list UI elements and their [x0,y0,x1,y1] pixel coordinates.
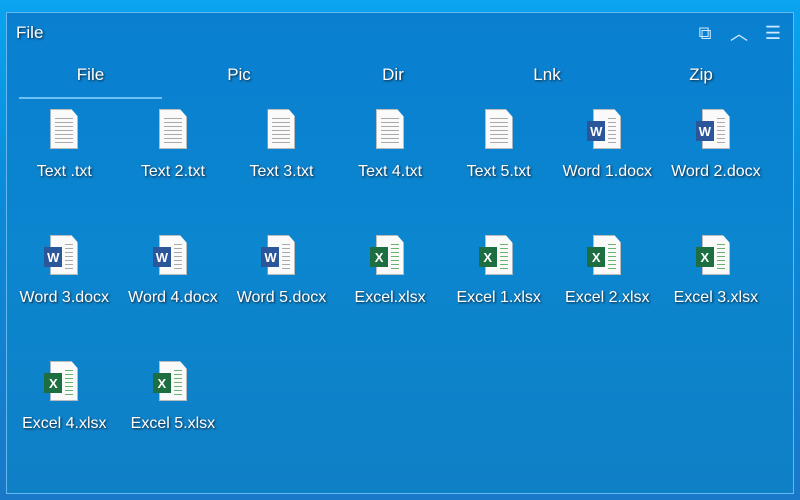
word-file-icon: W [44,235,84,279]
file-item[interactable]: Text 3.txt [227,109,336,235]
file-name: Excel 4.xlsx [22,415,107,432]
collapse-icon[interactable]: ︿ [729,23,749,44]
excel-badge: X [370,247,389,267]
excel-badge: X [478,247,497,267]
text-file-icon [44,109,84,153]
file-item[interactable]: X Excel 4.xlsx [10,361,119,487]
word-badge: W [261,247,280,267]
text-file-icon [370,109,410,153]
file-item[interactable]: X Excel 3.xlsx [662,235,771,361]
file-name: Excel.xlsx [354,289,426,306]
text-file-icon [479,109,519,153]
file-name: Excel 5.xlsx [130,415,216,432]
word-badge: W [695,121,714,141]
file-item[interactable]: X Excel 1.xlsx [444,235,553,361]
file-name: Excel 3.xlsx [673,289,759,306]
file-item[interactable]: Text .txt [10,109,119,235]
file-item[interactable]: X Excel 5.xlsx [119,361,228,487]
file-item[interactable]: W Word 1.docx [553,109,662,235]
tab-dir[interactable]: Dir [316,65,470,99]
word-file-icon: W [152,235,193,279]
file-item[interactable]: W Word 4.docx [119,235,228,361]
file-name: Text 3.txt [249,163,314,180]
file-item[interactable]: W Word 5.docx [227,235,336,361]
text-file-icon [153,109,193,153]
excel-file-icon: X [370,235,410,279]
tab-pic[interactable]: Pic [162,65,316,99]
file-name: Text 4.txt [358,163,423,180]
window-title: File [16,23,44,42]
file-name: Word 2.docx [671,163,761,180]
file-name: Excel 2.xlsx [565,289,650,306]
excel-badge: X [695,247,714,267]
file-window: File ⧉ ︿ ☰ File Pic Dir Lnk Zip Text .txt Tex… [6,12,794,494]
word-file-icon: W [587,109,627,153]
file-name: Word 3.docx [19,289,110,306]
restore-icon[interactable]: ⧉ [695,23,715,43]
excel-file-icon: X [44,361,84,405]
file-item[interactable]: Text 5.txt [444,109,553,235]
file-name: Word 4.docx [128,289,218,306]
file-name: Word 5.docx [236,289,327,306]
tab-file[interactable]: File [19,65,162,99]
file-name: Text 2.txt [140,163,205,180]
tab-zip[interactable]: Zip [624,65,778,99]
file-item[interactable]: Text 4.txt [336,109,445,235]
excel-file-icon: X [478,235,519,279]
file-item[interactable]: X Excel.xlsx [336,235,445,361]
excel-badge: X [587,247,606,267]
menu-icon[interactable]: ☰ [763,23,783,43]
file-name: Text .txt [36,163,92,180]
file-name: Excel 1.xlsx [456,289,541,306]
word-file-icon: W [695,109,736,153]
excel-file-icon: X [587,235,627,279]
excel-badge: X [44,373,63,393]
file-item[interactable]: W Word 2.docx [662,109,771,235]
excel-badge: X [152,373,171,393]
excel-file-icon: X [152,361,193,405]
file-name: Text 5.txt [466,163,531,180]
file-name: Word 1.docx [562,163,653,180]
text-file-icon [261,109,301,153]
word-badge: W [587,121,606,141]
file-item[interactable]: Text 2.txt [119,109,228,235]
file-item[interactable]: W Word 3.docx [10,235,119,361]
tab-lnk[interactable]: Lnk [470,65,624,99]
word-file-icon: W [261,235,301,279]
file-item[interactable]: X Excel 2.xlsx [553,235,662,361]
file-grid: Text .txt Text 2.txt Text 3.txt Text 4.txt T… [10,109,770,487]
word-badge: W [44,247,63,267]
word-badge: W [152,247,171,267]
excel-file-icon: X [695,235,736,279]
